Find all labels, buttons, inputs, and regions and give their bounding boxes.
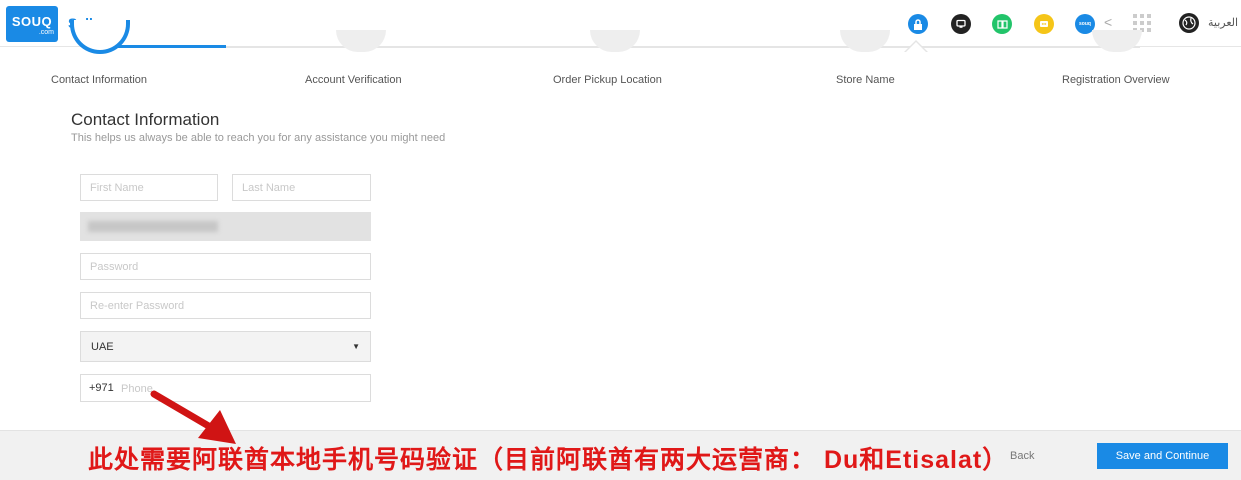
book-icon[interactable] (992, 14, 1012, 34)
monitor-icon[interactable] (951, 14, 971, 34)
step-label-account-verification[interactable]: Account Verification (305, 74, 402, 86)
step-label-order-pickup-location[interactable]: Order Pickup Location (553, 74, 662, 86)
step-circle-account-verification (336, 30, 386, 52)
email-field-redacted[interactable] (80, 212, 371, 241)
language-switch[interactable]: العربية (1208, 16, 1238, 29)
logo-sub: .com (38, 29, 54, 36)
chevron-left-icon[interactable]: < (1104, 14, 1112, 30)
reenter-password-input[interactable] (80, 292, 371, 319)
password-input[interactable] (80, 253, 371, 280)
step-label-store-name[interactable]: Store Name (836, 74, 895, 86)
last-name-input[interactable] (232, 174, 371, 201)
globe-icon[interactable] (1179, 13, 1199, 33)
chat-icon[interactable] (1034, 14, 1054, 34)
logo-text: SOUQ (11, 14, 53, 29)
step-circle-registration-overview (1092, 30, 1142, 52)
first-name-input[interactable] (80, 174, 218, 201)
souq-logo[interactable]: SOUQ .com (6, 6, 58, 42)
country-select-value: UAE (91, 341, 114, 353)
phone-country-code: +971 (89, 382, 114, 394)
annotation-note: 此处需要阿联酋本地手机号码验证（目前阿联酋有两大运营商： Du和Etisalat… (88, 446, 1009, 474)
back-button[interactable]: Back (1010, 450, 1034, 462)
step-circle-contact-information (70, 20, 130, 54)
save-and-continue-button[interactable]: Save and Continue (1097, 443, 1228, 469)
step-label-registration-overview[interactable]: Registration Overview (1062, 74, 1170, 86)
section-title: Contact Information (71, 110, 220, 129)
step-circle-store-name (840, 30, 890, 52)
annotation-arrow-icon (150, 390, 236, 444)
step-circle-order-pickup (590, 30, 640, 52)
caret-down-icon: ▼ (352, 342, 360, 351)
step-label-contact-information[interactable]: Contact Information (51, 74, 147, 86)
lock-icon[interactable] (908, 14, 928, 34)
section-subtitle: This helps us always be able to reach yo… (71, 132, 446, 144)
country-select[interactable]: UAE ▼ (80, 331, 371, 362)
